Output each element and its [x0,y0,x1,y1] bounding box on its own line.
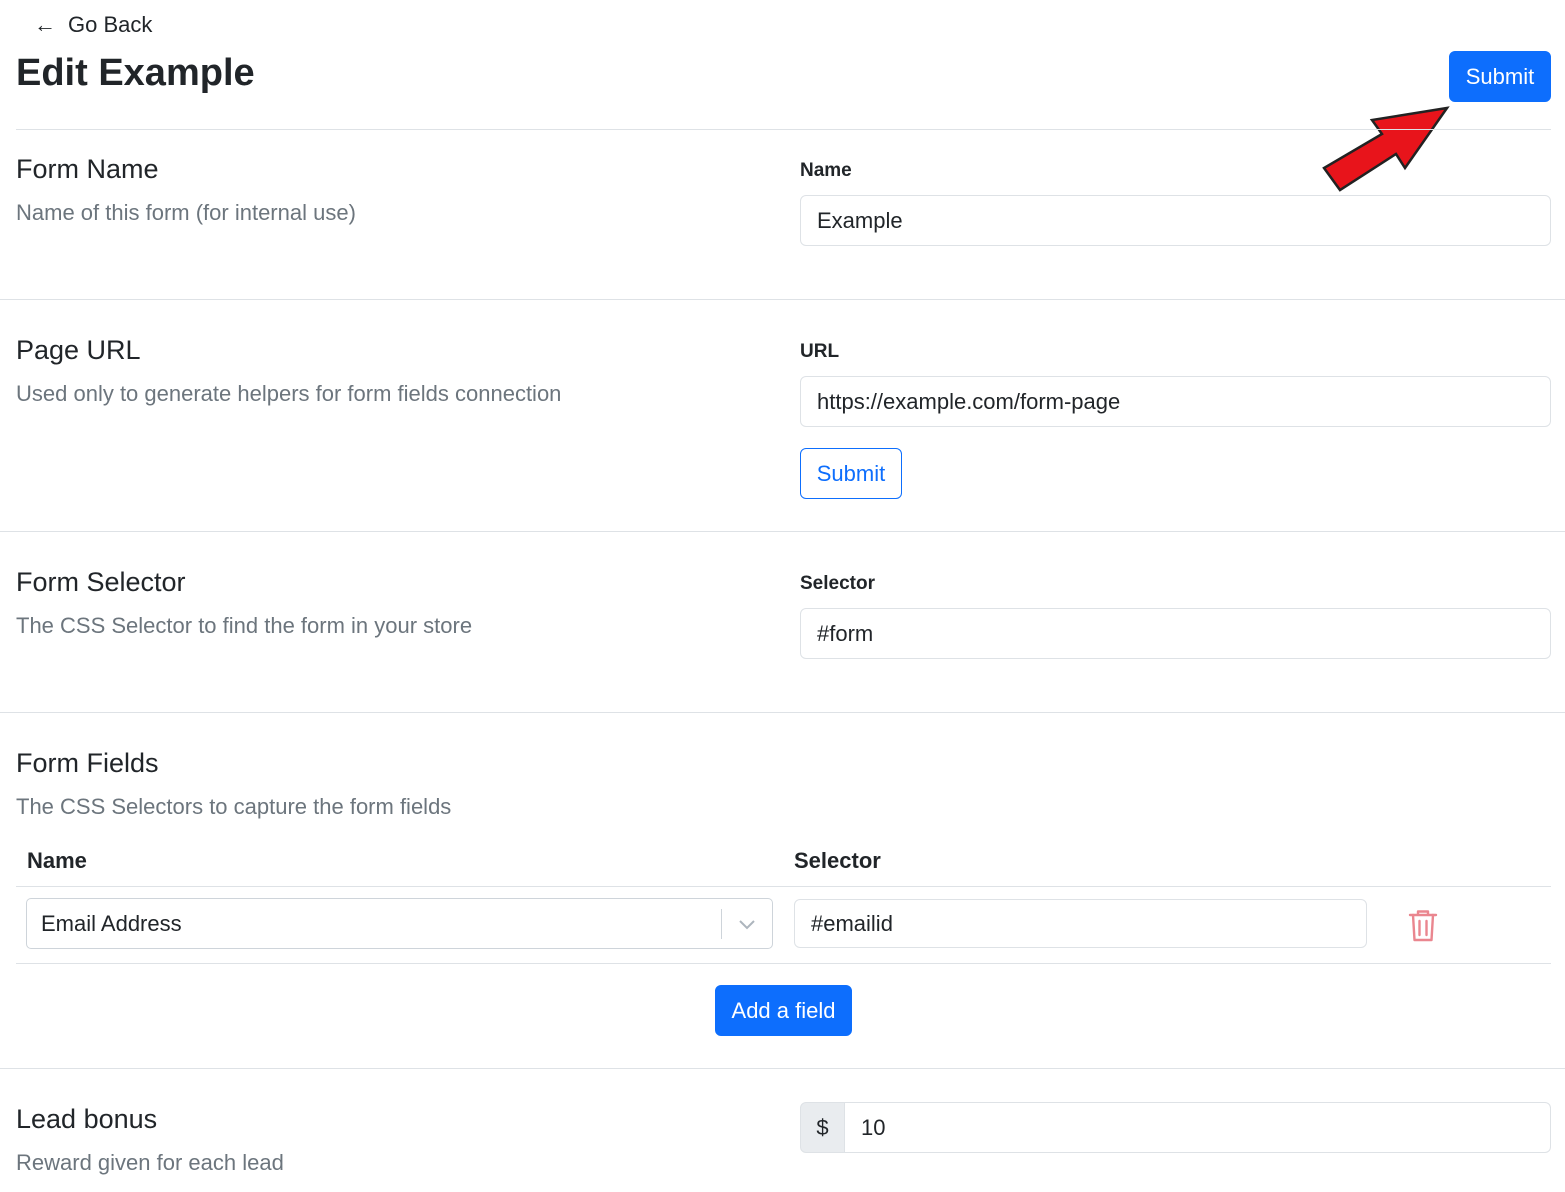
url-input[interactable] [800,376,1551,427]
submit-button[interactable]: Submit [1449,51,1551,102]
lead-bonus-input[interactable] [845,1102,1551,1153]
divider [16,129,1551,130]
go-back-link[interactable]: ← Go Back [34,12,152,38]
add-field-button[interactable]: Add a field [715,985,852,1036]
form-fields-description: The CSS Selectors to capture the form fi… [16,794,452,819]
form-fields-title: Form Fields [16,748,159,778]
table-divider [16,886,1551,887]
divider [0,712,1565,713]
name-label: Name [800,160,852,181]
go-back-label: Go Back [68,12,153,37]
page-url-description: Used only to generate helpers for form f… [16,381,562,406]
lead-bonus-input-group: $ [800,1102,1551,1153]
form-name-description: Name of this form (for internal use) [16,200,356,225]
selector-input[interactable] [800,608,1551,659]
chevron-down-icon[interactable] [722,918,772,930]
form-selector-description: The CSS Selector to find the form in you… [16,613,473,638]
annotation-arrow-icon [1322,106,1450,192]
lead-bonus-title: Lead bonus [16,1104,158,1134]
form-selector-title: Form Selector [16,567,186,597]
name-input[interactable] [800,195,1551,246]
divider [0,299,1565,300]
field-name-select-value: Email Address [41,910,182,936]
page-title: Edit Example [16,52,255,94]
lead-bonus-description: Reward given for each lead [16,1150,284,1175]
column-header-selector: Selector [794,848,881,873]
column-header-name: Name [27,848,87,873]
divider [0,531,1565,532]
page-url-title: Page URL [16,335,141,365]
field-name-select[interactable]: Email Address [26,898,773,949]
form-name-title: Form Name [16,154,159,184]
url-label: URL [800,341,840,362]
divider [0,1068,1565,1069]
trash-icon[interactable] [1408,909,1438,943]
arrow-left-icon: ← [34,12,56,37]
url-submit-button[interactable]: Submit [800,448,902,499]
field-selector-input[interactable] [794,899,1367,948]
currency-prefix: $ [800,1102,845,1153]
selector-label: Selector [800,573,875,594]
table-divider [16,963,1551,964]
